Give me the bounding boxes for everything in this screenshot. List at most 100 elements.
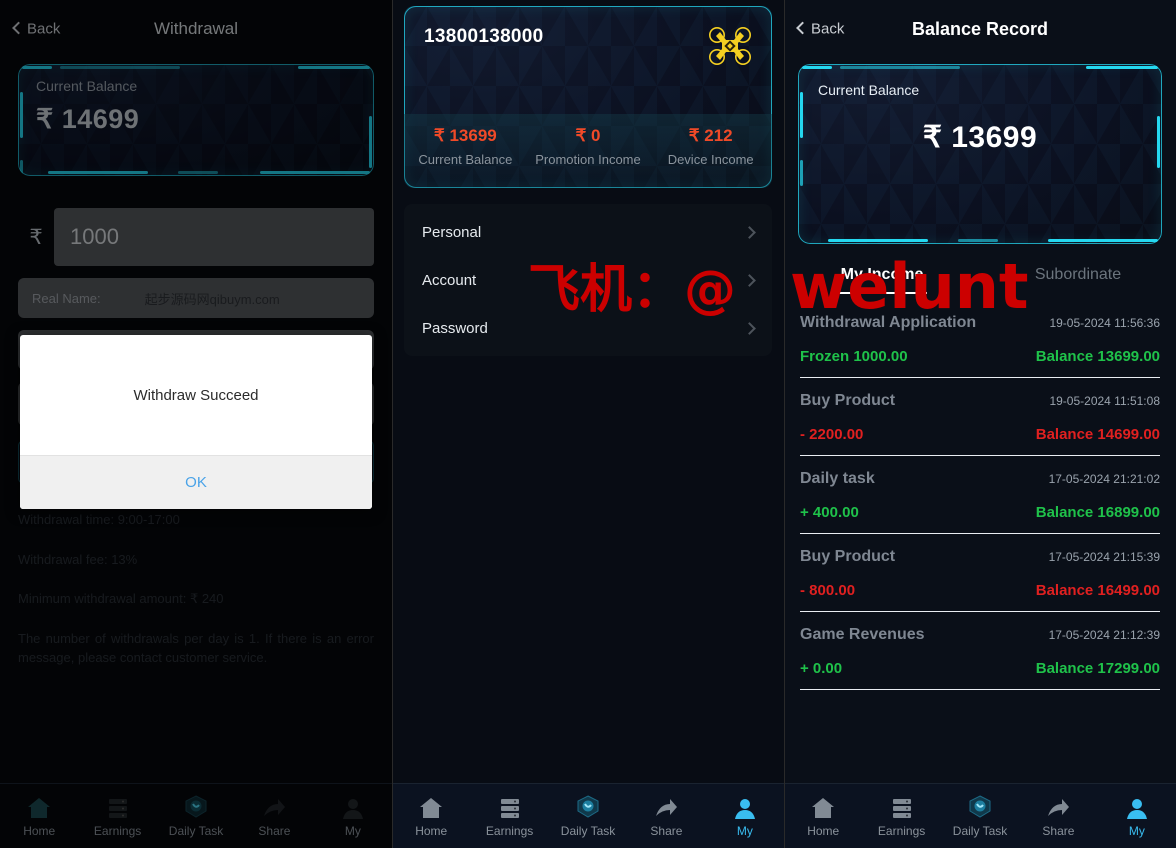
income-tabs: My Income Subordinate (784, 266, 1176, 294)
record-balance: Balance 16499.00 (1035, 582, 1160, 599)
menu-item-password[interactable]: Password (404, 304, 772, 352)
menu-label: Account (422, 271, 477, 289)
menu-label: Password (422, 319, 488, 337)
server-icon (889, 794, 915, 820)
nav-label-daily-task: Daily Task (952, 824, 1008, 838)
task-shield-icon (966, 794, 994, 820)
nav-label-daily-task: Daily Task (560, 824, 616, 838)
account-phone-number: 13800138000 (424, 26, 544, 47)
chevron-left-icon (796, 21, 809, 35)
stat-value: ₹ 13699 (433, 126, 497, 145)
nav-label-earnings: Earnings (485, 824, 534, 838)
income-stats-row: ₹ 13699 Current Balance ₹ 0 Promotion In… (404, 114, 772, 188)
back-button[interactable]: Back (796, 20, 845, 38)
panel-divider-2 (784, 0, 785, 848)
home-icon (418, 794, 444, 820)
nav-label-share: Share (650, 824, 683, 838)
record-amount: - 2200.00 (800, 426, 864, 443)
stat-current-balance: ₹ 13699 Current Balance (404, 114, 527, 188)
bottom-navigation: Home Earnings Daily Task Share My (392, 783, 784, 848)
record-amount: Frozen 1000.00 (800, 348, 908, 365)
record-time: 19-05-2024 11:56:36 (1049, 316, 1160, 330)
person-icon (1124, 794, 1150, 820)
withdrawal-screen: Back Withdrawal Current Balance ₹ 14699 … (0, 0, 392, 848)
server-icon (497, 794, 523, 820)
record-balance: Balance 17299.00 (1035, 660, 1160, 677)
person-icon (732, 794, 758, 820)
nav-label-home: Home (807, 824, 840, 838)
chevron-right-icon (743, 225, 756, 239)
nav-item-daily-task[interactable]: Daily Task (941, 794, 1019, 838)
table-row[interactable]: Withdrawal Application 19-05-2024 11:56:… (800, 300, 1160, 378)
nav-item-earnings[interactable]: Earnings (862, 794, 940, 838)
stat-label: Device Income (667, 152, 754, 167)
record-time: 17-05-2024 21:12:39 (1048, 628, 1160, 642)
balance-record-screen: Back Balance Record Current Balance ₹ 13… (784, 0, 1176, 848)
account-summary-card: 13800138000 ₹ 13699 Current Balance ₹ 0 … (404, 6, 772, 188)
nav-label-share: Share (1042, 824, 1075, 838)
bottom-navigation: Home Earnings Daily Task Share My (784, 783, 1176, 848)
record-time: 17-05-2024 21:21:02 (1048, 472, 1160, 486)
balance-record-list: Withdrawal Application 19-05-2024 11:56:… (784, 300, 1176, 690)
nav-item-my[interactable]: My (706, 794, 784, 838)
nav-item-home[interactable]: Home (784, 794, 862, 838)
stat-value: ₹ 212 (688, 126, 733, 145)
balance-amount: ₹ 13699 (922, 121, 1038, 154)
nav-item-home[interactable]: Home (392, 794, 470, 838)
account-header-row: 13800138000 (404, 6, 772, 114)
nav-label-my: My (1128, 824, 1145, 838)
record-balance: Balance 14699.00 (1035, 426, 1160, 443)
home-icon (810, 794, 836, 820)
nav-item-my[interactable]: My (1098, 794, 1176, 838)
nav-item-daily-task[interactable]: Daily Task (549, 794, 627, 838)
my-profile-screen: 13800138000 ₹ 13699 Current Balance ₹ 0 … (392, 0, 784, 848)
back-label: Back (811, 20, 845, 38)
chevron-right-icon (743, 273, 756, 287)
nav-item-earnings[interactable]: Earnings (470, 794, 548, 838)
nav-item-share[interactable]: Share (627, 794, 705, 838)
record-name: Buy Product (800, 392, 896, 409)
tab-my-income[interactable]: My Income (784, 266, 980, 294)
table-row[interactable]: Buy Product 19-05-2024 11:51:08 - 2200.0… (800, 378, 1160, 456)
table-row[interactable]: Daily task 17-05-2024 21:21:02 + 400.00 … (800, 456, 1160, 534)
record-amount: + 0.00 (800, 660, 843, 677)
share-arrow-icon (653, 794, 679, 820)
stat-device-income: ₹ 212 Device Income (649, 114, 772, 188)
record-name: Daily task (800, 470, 875, 487)
record-name: Buy Product (800, 548, 896, 565)
record-name: Withdrawal Application (800, 314, 977, 331)
drone-icon (708, 26, 752, 66)
task-shield-icon (574, 794, 602, 820)
record-amount: + 400.00 (800, 504, 859, 521)
stat-promotion-income: ₹ 0 Promotion Income (527, 114, 650, 188)
chevron-right-icon (743, 321, 756, 335)
panel-divider-1 (392, 0, 393, 848)
record-balance: Balance 16899.00 (1035, 504, 1160, 521)
dialog-message: Withdraw Succeed (133, 386, 259, 404)
current-balance-card: Current Balance ₹ 13699 (798, 64, 1162, 244)
nav-label-my: My (736, 824, 753, 838)
record-amount: - 800.00 (800, 582, 856, 599)
menu-label: Personal (422, 223, 482, 241)
table-row[interactable]: Buy Product 17-05-2024 21:15:39 - 800.00… (800, 534, 1160, 612)
withdraw-succeed-dialog: Withdraw Succeed OK (20, 335, 372, 509)
tab-subordinate[interactable]: Subordinate (980, 266, 1176, 294)
table-row[interactable]: Game Revenues 17-05-2024 21:12:39 + 0.00… (800, 612, 1160, 690)
menu-item-personal[interactable]: Personal (404, 208, 772, 256)
stat-label: Current Balance (418, 152, 513, 167)
nav-item-share[interactable]: Share (1019, 794, 1097, 838)
nav-label-home: Home (415, 824, 448, 838)
stat-value: ₹ 0 (575, 126, 601, 145)
dialog-ok-button[interactable]: OK (20, 455, 372, 509)
menu-item-account[interactable]: Account (404, 256, 772, 304)
record-time: 17-05-2024 21:15:39 (1048, 550, 1160, 564)
stat-label: Promotion Income (535, 152, 641, 167)
share-arrow-icon (1045, 794, 1071, 820)
record-name: Game Revenues (800, 626, 925, 643)
balance-record-header: Back Balance Record (784, 0, 1176, 58)
settings-menu: Personal Account Password (404, 204, 772, 356)
record-balance: Balance 13699.00 (1035, 348, 1160, 365)
record-time: 19-05-2024 11:51:08 (1049, 394, 1160, 408)
balance-label: Current Balance (818, 82, 920, 98)
nav-label-earnings: Earnings (877, 824, 926, 838)
